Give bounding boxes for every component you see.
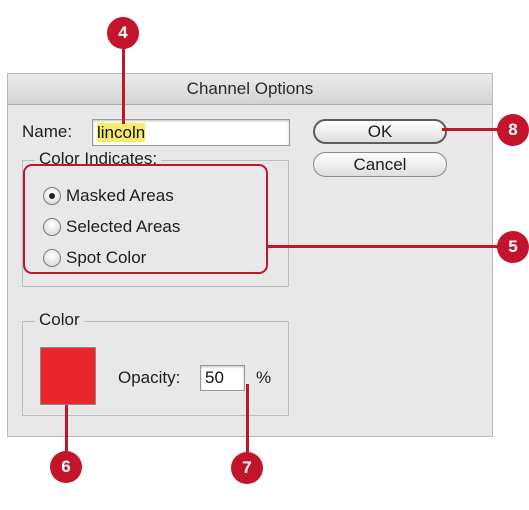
opacity-label: Opacity: xyxy=(118,368,181,387)
name-value: lincoln xyxy=(97,123,146,142)
callout-6-badge: 6 xyxy=(50,451,82,483)
callout-7-badge: 7 xyxy=(231,452,263,484)
callout-4-badge: 4 xyxy=(107,17,139,49)
callout-8-line xyxy=(442,128,504,131)
ok-button[interactable]: OK xyxy=(313,119,447,144)
callout-5-line xyxy=(268,245,504,248)
callout-4-line xyxy=(122,48,125,124)
callout-5-badge: 5 xyxy=(497,231,529,263)
opacity-field[interactable]: 50 xyxy=(200,365,245,391)
percent-unit-label: % xyxy=(256,368,272,387)
color-group-title: Color xyxy=(35,310,84,330)
callout-8-badge: 8 xyxy=(497,114,529,146)
dialog-title: Channel Options xyxy=(8,74,492,105)
radio-highlight-box xyxy=(23,164,268,274)
cancel-button[interactable]: Cancel xyxy=(313,152,447,177)
name-label: Name: xyxy=(22,122,73,141)
color-swatch[interactable] xyxy=(40,347,96,405)
callout-7-line xyxy=(246,384,249,460)
screenshot-stage: Channel Options Name: lincoln OK Cancel … xyxy=(0,0,529,510)
